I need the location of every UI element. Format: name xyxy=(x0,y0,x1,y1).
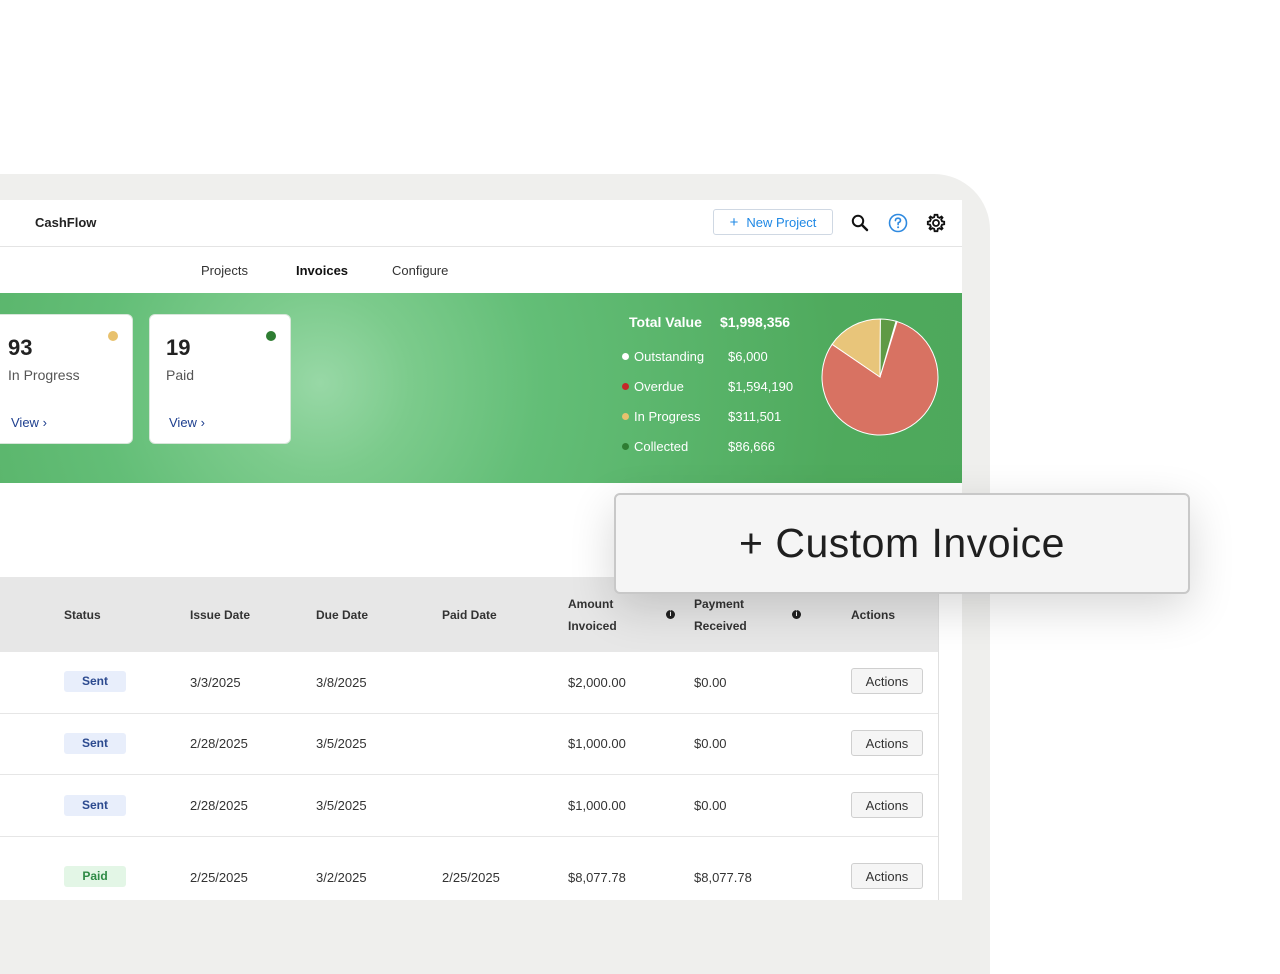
legend-dot xyxy=(622,413,629,420)
legend-dot xyxy=(622,383,629,390)
legend-label: Overdue xyxy=(634,379,684,394)
amount-invoiced: $8,077.78 xyxy=(568,870,626,885)
legend-overdue: Overdue $1,594,190 xyxy=(622,379,793,394)
help-icon xyxy=(888,213,908,233)
search-icon xyxy=(851,214,869,232)
chevron-right-icon: › xyxy=(200,415,205,430)
tab-projects[interactable]: Projects xyxy=(201,263,248,278)
table-row: Sent 3/3/2025 3/8/2025 $2,000.00 $0.00 A… xyxy=(0,652,938,714)
column-due-date: Due Date xyxy=(316,608,369,622)
legend-outstanding: Outstanding $6,000 xyxy=(622,349,768,364)
tab-invoices[interactable]: Invoices xyxy=(296,263,348,278)
payment-received: $0.00 xyxy=(694,675,727,690)
column-amount-invoiced-line2: Invoiced xyxy=(568,619,617,633)
column-amount-invoiced-line1: Amount xyxy=(568,597,614,611)
column-payment-received-line2: Received xyxy=(694,619,747,633)
legend-collected: Collected $86,666 xyxy=(622,439,775,454)
issue-date: 3/3/2025 xyxy=(190,675,241,690)
amount-invoiced: $1,000.00 xyxy=(568,736,626,751)
paid-label: Paid xyxy=(166,367,195,383)
legend-dot xyxy=(622,353,629,360)
status-badge: Paid xyxy=(64,866,126,887)
top-bar: CashFlow + New Project xyxy=(0,200,962,247)
paid-view-link[interactable]: View › xyxy=(169,415,205,430)
info-icon[interactable]: i xyxy=(666,610,675,619)
new-project-label: New Project xyxy=(746,214,817,230)
actions-button[interactable]: Actions xyxy=(851,730,923,756)
status-badge: Sent xyxy=(64,795,126,816)
search-button[interactable] xyxy=(849,212,871,234)
due-date: 3/5/2025 xyxy=(316,798,367,813)
issue-date: 2/28/2025 xyxy=(190,736,248,751)
view-link-text: View xyxy=(11,415,39,430)
actions-button[interactable]: Actions xyxy=(851,668,923,694)
view-link-text: View xyxy=(169,415,197,430)
summary-banner: 93 In Progress View › 19 Paid View › Tot… xyxy=(0,293,962,483)
column-status: Status xyxy=(64,608,101,622)
legend-dot xyxy=(622,443,629,450)
legend-label: Collected xyxy=(634,439,689,454)
table-row: Sent 2/28/2025 3/5/2025 $1,000.00 $0.00 … xyxy=(0,713,938,775)
due-date: 3/5/2025 xyxy=(316,736,367,751)
in-progress-label: In Progress xyxy=(8,367,80,383)
chevron-right-icon: › xyxy=(42,415,47,430)
total-value-pie-chart xyxy=(821,318,939,436)
column-payment-received-line1: Payment xyxy=(694,597,745,611)
issue-date: 2/28/2025 xyxy=(190,798,248,813)
status-dot xyxy=(108,331,118,341)
info-icon[interactable]: i xyxy=(792,610,801,619)
status-badge: Sent xyxy=(64,733,126,754)
paid-date: 2/25/2025 xyxy=(442,870,500,885)
help-button[interactable] xyxy=(887,212,909,234)
legend-value: $311,501 xyxy=(728,409,782,424)
table-row: Paid 2/25/2025 3/2/2025 2/25/2025 $8,077… xyxy=(0,837,938,900)
legend-value: $1,594,190 xyxy=(728,379,794,394)
new-project-button[interactable]: + New Project xyxy=(713,209,833,235)
paid-count: 19 xyxy=(166,335,191,360)
payment-received: $8,077.78 xyxy=(694,870,752,885)
due-date: 3/8/2025 xyxy=(316,675,367,690)
tab-bar: Projects Invoices Configure xyxy=(0,247,962,293)
legend-label: In Progress xyxy=(634,409,701,424)
column-payment-received: Payment Received xyxy=(694,593,747,637)
column-issue-date: Issue Date xyxy=(190,608,251,622)
legend-label: Outstanding xyxy=(634,349,705,364)
total-value-title: Total Value xyxy=(629,314,702,330)
in-progress-view-link[interactable]: View › xyxy=(11,415,47,430)
status-dot xyxy=(266,331,276,341)
due-date: 3/2/2025 xyxy=(316,870,367,885)
legend-value: $6,000 xyxy=(728,349,768,364)
column-amount-invoiced: Amount Invoiced xyxy=(568,593,617,637)
table-right-border xyxy=(938,577,939,900)
column-actions: Actions xyxy=(851,608,896,622)
custom-invoice-button[interactable]: + Custom Invoice xyxy=(614,493,1190,594)
legend-value: $86,666 xyxy=(728,439,775,454)
status-badge: Sent xyxy=(64,671,126,692)
legend-in-progress: In Progress $311,501 xyxy=(622,409,781,424)
payment-received: $0.00 xyxy=(694,798,727,813)
settings-button[interactable] xyxy=(925,212,947,234)
column-paid-date: Paid Date xyxy=(442,608,497,622)
in-progress-card[interactable]: 93 In Progress View › xyxy=(0,314,133,444)
total-value-amount: $1,998,356 xyxy=(720,314,791,330)
paid-card[interactable]: 19 Paid View › xyxy=(149,314,291,444)
amount-invoiced: $2,000.00 xyxy=(568,675,626,690)
gear-icon xyxy=(926,213,946,233)
brand-name: CashFlow xyxy=(35,215,97,230)
in-progress-count: 93 xyxy=(8,335,33,360)
payment-received: $0.00 xyxy=(694,736,727,751)
actions-button[interactable]: Actions xyxy=(851,863,923,889)
table-row: Sent 2/28/2025 3/5/2025 $1,000.00 $0.00 … xyxy=(0,775,938,837)
plus-icon: + xyxy=(729,213,739,231)
tab-configure[interactable]: Configure xyxy=(392,263,448,278)
actions-button[interactable]: Actions xyxy=(851,792,923,818)
issue-date: 2/25/2025 xyxy=(190,870,248,885)
amount-invoiced: $1,000.00 xyxy=(568,798,626,813)
